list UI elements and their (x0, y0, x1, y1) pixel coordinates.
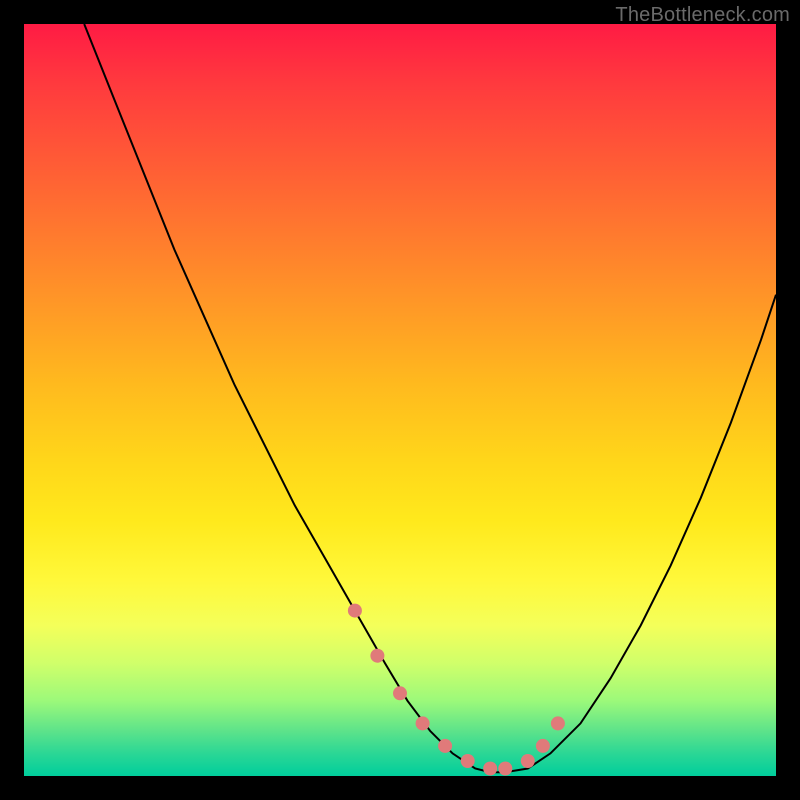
plot-area (24, 24, 776, 776)
highlight-marker (348, 604, 362, 618)
highlight-marker (521, 754, 535, 768)
highlight-marker (370, 649, 384, 663)
highlight-marker (416, 716, 430, 730)
highlight-marker (393, 686, 407, 700)
bottleneck-curve (84, 24, 776, 772)
highlight-marker (551, 716, 565, 730)
chart-frame: TheBottleneck.com (0, 0, 800, 800)
watermark-text: TheBottleneck.com (615, 4, 790, 27)
marker-group (348, 604, 565, 776)
highlight-marker (483, 762, 497, 776)
curve-svg (24, 24, 776, 776)
highlight-marker (536, 739, 550, 753)
highlight-marker (461, 754, 475, 768)
highlight-marker (498, 762, 512, 776)
highlight-marker (438, 739, 452, 753)
